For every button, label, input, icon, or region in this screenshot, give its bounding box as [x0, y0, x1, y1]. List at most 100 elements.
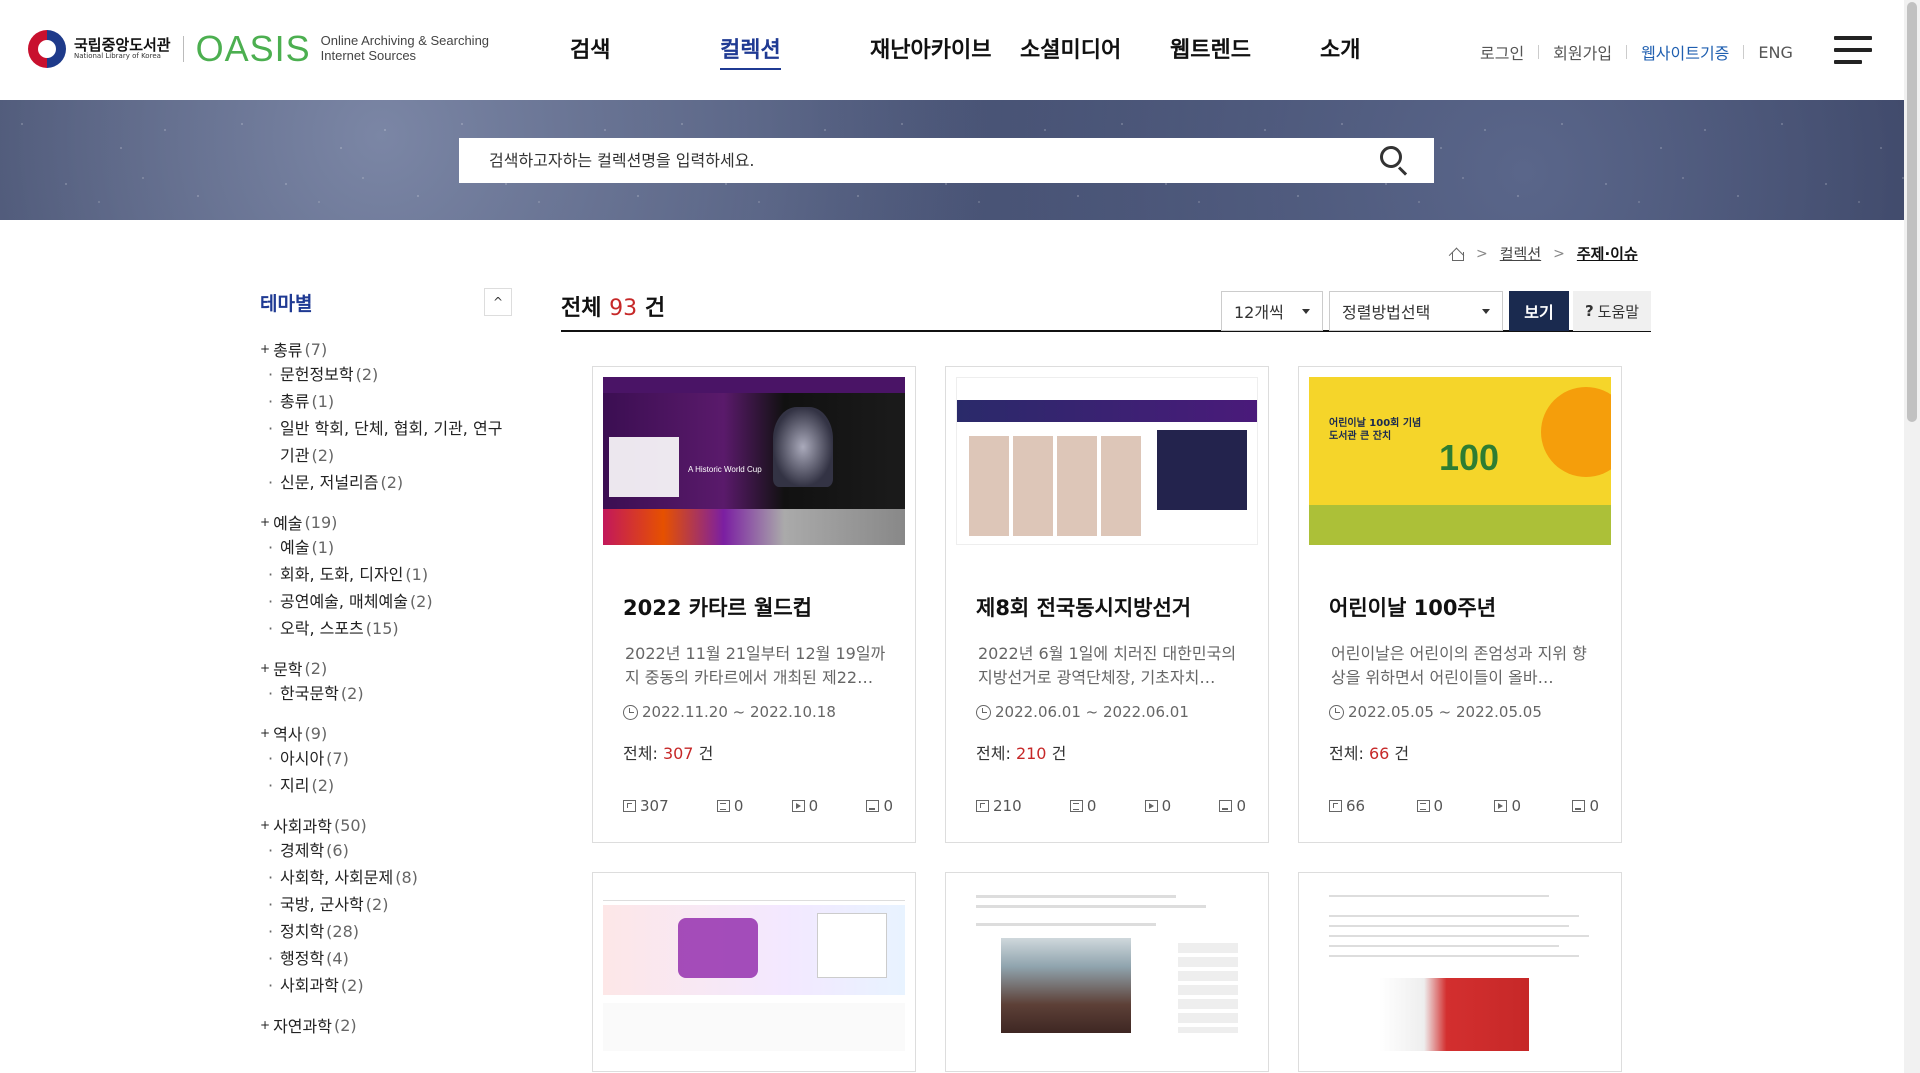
help-label: 도움말 [1597, 302, 1640, 321]
collection-card[interactable] [592, 872, 916, 1072]
subcategory-text: 지리 (2) [280, 772, 334, 799]
subcategory-name: 예술 [280, 538, 310, 557]
collection-card[interactable] [945, 872, 1269, 1072]
sidebar-category-label[interactable]: + 문학 (2) [260, 656, 512, 680]
sidebar-subcategory[interactable]: · 사회과학 (2) [268, 972, 512, 999]
view-button[interactable]: 보기 [1509, 291, 1569, 331]
subcategory-text: 행정학 (4) [280, 945, 349, 972]
sidebar-subcategory[interactable]: · 국방, 군사학 (2) [268, 891, 512, 918]
subcategory-name: 사회학, 사회문제 [280, 868, 394, 887]
english-link[interactable]: ENG [1758, 43, 1792, 62]
theme-sidebar: 테마별 ^ + 총류 (7) · 문헌정보학 (2) · 총류 (1) · 일반 학회, 단체, 협… [260, 285, 512, 1051]
nav-social-media[interactable]: 소셜미디어 [1020, 32, 1121, 64]
sidebar-category-label[interactable]: + 총류 (7) [260, 337, 512, 361]
plus-icon: + [260, 1018, 271, 1032]
nav-disaster-archive[interactable]: 재난아카이브 [870, 32, 991, 64]
home-icon[interactable] [1450, 247, 1464, 261]
sidebar-category: + 자연과학 (2) [260, 1013, 512, 1037]
total-label: 전체 [561, 296, 602, 321]
sort-select[interactable]: 정렬방법선택 [1329, 291, 1503, 331]
page-scrollbar[interactable] [1904, 0, 1920, 1073]
sidebar-subcategory[interactable]: · 행정학 (4) [268, 945, 512, 972]
bullet-icon: · [268, 565, 274, 584]
nav-about[interactable]: 소개 [1320, 32, 1360, 64]
sidebar-subcategory[interactable]: · 문헌정보학 (2) [268, 361, 512, 388]
subcategory-text: 공연예술, 매체예술 (2) [280, 588, 433, 615]
card-thumbnail[interactable] [956, 377, 1258, 545]
card-total-unit: 건 [698, 744, 714, 763]
sidebar-subcategory[interactable]: · 예술 (1) [268, 534, 512, 561]
stat-value: 0 [1433, 797, 1444, 815]
breadcrumb-current[interactable]: 주제·이슈 [1577, 243, 1638, 264]
stat-value: 0 [883, 797, 893, 815]
subcategory-name: 지리 [280, 776, 310, 795]
sidebar-subcategory[interactable]: · 정치학 (28) [268, 918, 512, 945]
plus-icon: + [260, 661, 271, 675]
sidebar-category-label[interactable]: + 역사 (9) [260, 721, 512, 745]
sidebar-subcategory[interactable]: · 총류 (1) [268, 388, 512, 415]
card-thumbnail[interactable]: A Historic World Cup [603, 377, 905, 545]
sidebar-category-label[interactable]: + 사회과학 (50) [260, 813, 512, 837]
nav-search[interactable]: 검색 [570, 32, 610, 64]
bullet-icon: · [268, 392, 274, 411]
subcategory-name: 행정학 [280, 949, 325, 968]
sidebar-category-label[interactable]: + 예술 (19) [260, 510, 512, 534]
logo[interactable]: 국립중앙도서관 National Library of Korea OASIS … [28, 28, 489, 70]
collapse-sidebar-button[interactable]: ^ [484, 288, 512, 316]
card-title[interactable]: 어린이날 100주년 [1329, 592, 1496, 622]
sidebar-subcategory[interactable]: · 공연예술, 매체예술 (2) [268, 588, 512, 615]
nav-web-trend[interactable]: 웹트렌드 [1170, 32, 1251, 64]
nl-logo-text: 국립중앙도서관 National Library of Korea [74, 37, 171, 61]
subcategory-count: (1) [311, 392, 335, 411]
sidebar-subcategory[interactable]: · 일반 학회, 단체, 협회, 기관, 연구기관 (2) [268, 415, 512, 469]
category-list: + 총류 (7) · 문헌정보학 (2) · 총류 (1) · 일반 학회, 단체, 협회, 기관,… [260, 337, 512, 1037]
search-icon[interactable] [1380, 146, 1410, 176]
login-link[interactable]: 로그인 [1480, 40, 1524, 64]
chevron-right-icon: > [1553, 245, 1565, 262]
image-icon [1219, 800, 1233, 812]
card-date: 2022.05.05 ~ 2022.05.05 [1329, 703, 1542, 721]
sidebar-subcategory[interactable]: · 신문, 저널리즘 (2) [268, 469, 512, 496]
search-input[interactable] [459, 138, 1359, 183]
logo-divider [182, 36, 184, 62]
sidebar-subcategory[interactable]: · 회화, 도화, 디자인 (1) [268, 561, 512, 588]
bullet-icon: · [268, 592, 274, 611]
stat-videos: 0 [791, 797, 818, 815]
sidebar-subcategory[interactable]: · 한국문학 (2) [268, 680, 512, 707]
card-thumbnail[interactable] [1309, 883, 1611, 1051]
grid-icon [976, 800, 989, 812]
subcategory-name: 문헌정보학 [280, 365, 354, 384]
card-description: 2022년 11월 21일부터 12월 19일까지 중동의 카타르에서 개최된 … [625, 644, 886, 687]
nav-collection[interactable]: 컬렉션 [720, 32, 781, 70]
per-page-select[interactable]: 12개씩 [1221, 291, 1323, 331]
card-title[interactable]: 제8회 전국동시지방선거 [976, 592, 1191, 622]
website-donation-link[interactable]: 웹사이트기증 [1641, 40, 1729, 64]
card-thumbnail[interactable]: 어린이날 100회 기념 도서관 큰 잔치 100 [1309, 377, 1611, 545]
help-button[interactable]: ? 도움말 [1573, 291, 1651, 331]
stat-value: 210 [993, 797, 1022, 815]
total-number: 93 [609, 296, 638, 321]
sidebar-category: + 사회과학 (50) · 경제학 (6) · 사회학, 사회문제 (8) · 국방, 군사학 (2)… [260, 813, 512, 999]
signup-link[interactable]: 회원가입 [1553, 40, 1612, 64]
card-title[interactable]: 2022 카타르 월드컵 [623, 592, 812, 622]
scrollbar-thumb[interactable] [1907, 2, 1917, 422]
collection-card[interactable]: 어린이날 100회 기념 도서관 큰 잔치 100 어린이날 100주년 어린이날… [1298, 366, 1622, 843]
collection-card[interactable] [1298, 872, 1622, 1072]
collection-card[interactable]: A Historic World Cup 2022 카타르 월드컵 2022년 … [592, 366, 916, 843]
image-icon [866, 800, 880, 812]
subcategory-name: 국방, 군사학 [280, 895, 364, 914]
card-thumbnail[interactable] [956, 883, 1258, 1051]
sidebar-subcategory[interactable]: · 오락, 스포츠 (15) [268, 615, 512, 642]
card-thumbnail[interactable] [603, 883, 905, 1051]
sidebar-subcategory[interactable]: · 지리 (2) [268, 772, 512, 799]
list-controls: 12개씩 정렬방법선택 보기 ? 도움말 [1221, 291, 1651, 331]
sidebar-subcategory[interactable]: · 사회학, 사회문제 (8) [268, 864, 512, 891]
card-total: 전체: 66 건 [1329, 740, 1409, 764]
subcategory-count: (2) [340, 976, 364, 995]
collection-card[interactable]: 제8회 전국동시지방선거 2022년 6월 1일에 치러진 대한민국의 지방선거… [945, 366, 1269, 843]
sidebar-subcategory[interactable]: · 경제학 (6) [268, 837, 512, 864]
sidebar-category-label[interactable]: + 자연과학 (2) [260, 1013, 512, 1037]
hamburger-menu-icon[interactable] [1834, 36, 1872, 64]
sidebar-subcategory[interactable]: · 아시아 (7) [268, 745, 512, 772]
breadcrumb-collection[interactable]: 컬렉션 [1500, 243, 1541, 264]
